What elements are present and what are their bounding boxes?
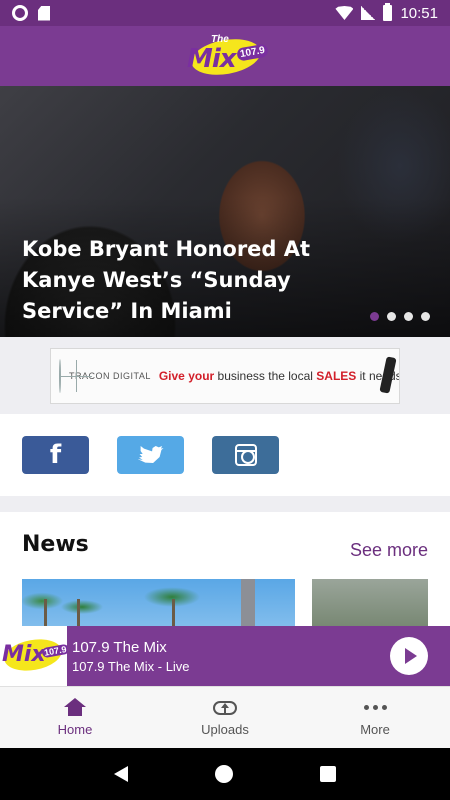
more-icon: [363, 698, 387, 716]
nav-label-home: Home: [57, 722, 93, 737]
banner-slogan-prefix: Give your: [158, 368, 215, 383]
social-row: f: [0, 414, 450, 496]
nav-item-uploads[interactable]: Uploads: [150, 687, 300, 748]
system-nav-bar: [0, 748, 450, 800]
app-bar: Mix The 107.9: [0, 26, 450, 86]
news-image-detail: [241, 579, 255, 626]
back-icon[interactable]: [113, 766, 128, 782]
news-section: News See more: [0, 512, 450, 626]
mini-player[interactable]: Mix 107.9 107.9 The Mix 107.9 The Mix - …: [0, 626, 450, 686]
player-subtitle: 107.9 The Mix - Live: [72, 658, 190, 674]
palm-trunk: [172, 599, 175, 626]
carousel-dot[interactable]: [421, 312, 430, 321]
notification-icon: [12, 5, 28, 21]
instagram-button[interactable]: [212, 436, 279, 474]
facebook-icon: f: [49, 440, 62, 470]
twitter-icon: [137, 446, 164, 463]
crosshair-icon: [59, 358, 92, 393]
home-icon: [64, 698, 86, 716]
app-logo[interactable]: Mix The 107.9: [185, 32, 269, 80]
news-title: News: [22, 532, 89, 557]
play-button[interactable]: [390, 637, 428, 675]
recent-apps-icon[interactable]: [320, 766, 337, 782]
news-card[interactable]: [22, 579, 295, 626]
logo-mix-text: Mix: [187, 44, 237, 74]
carousel-dot[interactable]: [404, 312, 413, 321]
facebook-button[interactable]: f: [22, 436, 89, 474]
status-time: 10:51: [400, 4, 438, 22]
nav-item-more[interactable]: More: [300, 687, 450, 748]
logo-the-text: The: [211, 34, 229, 45]
twitter-button[interactable]: [117, 436, 184, 474]
banner-ad[interactable]: TRACON DIGITAL Give your business the lo…: [50, 347, 400, 404]
banner-slogan-middle: business the local: [217, 368, 313, 383]
section-divider: [0, 496, 450, 512]
carousel-dot[interactable]: [370, 312, 379, 321]
bottom-nav: Home Uploads More: [0, 686, 450, 748]
player-info: 107.9 The Mix 107.9 The Mix - Live: [67, 639, 390, 674]
status-left: [12, 5, 50, 21]
nav-label-more: More: [360, 722, 390, 737]
battery-icon: [383, 3, 393, 21]
palm-trunk: [77, 599, 80, 626]
station-logo: Mix 107.9: [0, 626, 67, 686]
banner-slogan: Give your business the local SALES it ne…: [158, 368, 399, 383]
carousel-dot[interactable]: [387, 312, 396, 321]
wifi-icon: [335, 6, 354, 20]
cloud-upload-icon: [213, 698, 237, 716]
hero-title[interactable]: Kobe Bryant Honored At Kanye West’s “Sun…: [22, 234, 372, 327]
banner-ad-container: TRACON DIGITAL Give your business the lo…: [0, 337, 450, 414]
system-home-icon[interactable]: [214, 765, 233, 783]
nav-item-home[interactable]: Home: [0, 687, 150, 748]
hero-carousel[interactable]: Kobe Bryant Honored At Kanye West’s “Sun…: [0, 86, 450, 337]
news-card[interactable]: [312, 579, 428, 626]
logo-mix-text: Mix: [2, 642, 46, 667]
see-more-link[interactable]: See more: [350, 540, 428, 561]
carousel-indicators: [370, 312, 430, 321]
signal-icon: [361, 6, 376, 20]
nav-label-uploads: Uploads: [201, 722, 249, 737]
status-bar: 10:51: [0, 0, 450, 26]
status-right: 10:51: [335, 3, 438, 22]
player-title: 107.9 The Mix: [72, 638, 167, 656]
sd-card-icon: [38, 5, 50, 21]
banner-slogan-highlight: SALES: [316, 368, 357, 383]
instagram-icon: [234, 444, 257, 466]
play-icon: [405, 648, 417, 664]
palm-trunk: [44, 599, 47, 626]
